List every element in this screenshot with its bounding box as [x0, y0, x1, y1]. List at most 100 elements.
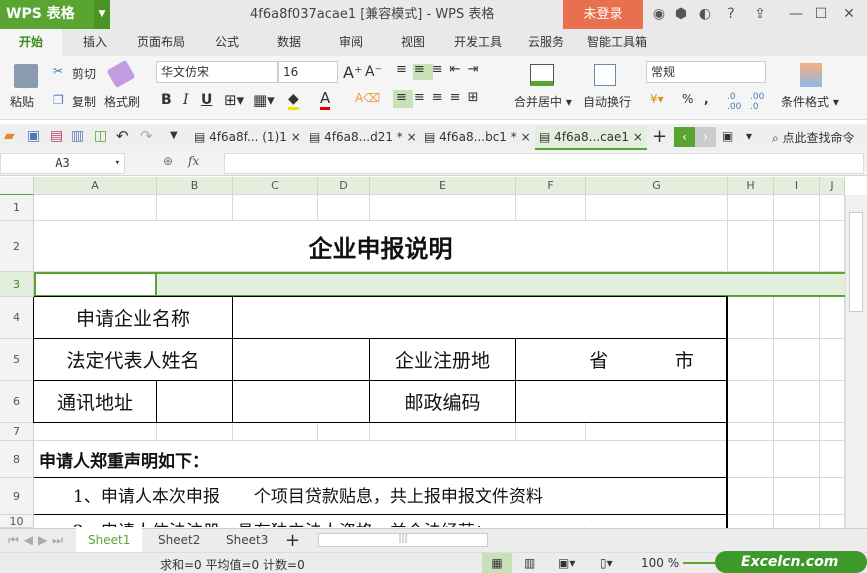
open-icon[interactable]: ▰ — [4, 128, 15, 144]
title-cell[interactable]: 企业申报说明 — [34, 221, 727, 271]
declaration-item-2[interactable]: 2、申请人依法注册，具有独立法人资格，并合法经营； — [34, 515, 727, 527]
tab-insert[interactable]: 插入 — [83, 29, 107, 56]
tab-cloud[interactable]: 云服务 — [528, 29, 564, 56]
reg-place-label[interactable]: 企业注册地 — [370, 339, 515, 380]
zoom-formula-icon[interactable]: ⊕ — [163, 154, 173, 168]
column-header-C[interactable]: C — [233, 177, 318, 195]
page-break-view-button[interactable]: ▥ — [524, 556, 535, 570]
conditional-format-icon[interactable] — [800, 63, 822, 87]
dropdown-icon[interactable]: ▾ — [746, 129, 752, 143]
fx-icon[interactable]: fx — [188, 154, 199, 168]
cut-button[interactable]: 剪切 — [72, 65, 96, 82]
declaration-heading[interactable]: 申请人郑重声明如下： — [34, 441, 727, 477]
address-label[interactable]: 通讯地址 — [34, 381, 156, 422]
save-icon[interactable]: ▣ — [27, 128, 40, 144]
reg-place-value[interactable]: 省市 — [516, 339, 727, 380]
row-header-5[interactable]: 5 — [0, 339, 34, 381]
row-header-3[interactable]: 3 — [0, 272, 34, 297]
underline-button[interactable]: U — [201, 92, 212, 108]
row-header-8[interactable]: 8 — [0, 441, 34, 478]
font-family-select[interactable]: 华文仿宋 — [156, 61, 278, 83]
column-header-F[interactable]: F — [516, 177, 586, 195]
zip-label[interactable]: 邮政编码 — [370, 381, 515, 422]
search-command[interactable]: ⌕ 点此查找命令 — [772, 129, 855, 146]
company-name-label[interactable]: 申请企业名称 — [34, 297, 232, 338]
maximize-button[interactable]: ☐ — [810, 0, 832, 29]
help-icon[interactable]: ? — [720, 0, 742, 29]
borders-icon[interactable]: ⊞▾ — [224, 91, 244, 109]
conditional-format-button[interactable]: 条件格式 ▾ — [781, 93, 839, 110]
select-all-corner[interactable] — [0, 177, 34, 195]
tab-review[interactable]: 审阅 — [339, 29, 363, 56]
name-box[interactable]: A3 ▾ — [0, 153, 125, 174]
decrease-decimal-icon[interactable]: .00.0 — [750, 92, 764, 112]
normal-view-button[interactable]: ▦ — [482, 553, 512, 573]
page-layout-icon[interactable]: ▣▾ — [558, 556, 575, 570]
add-sheet-icon[interactable]: + — [285, 530, 300, 551]
tab-data[interactable]: 数据 — [277, 29, 301, 56]
skin-icon[interactable]: ◉ — [648, 0, 670, 29]
close-button[interactable]: ✕ — [838, 0, 860, 29]
tab-formulas[interactable]: 公式 — [215, 29, 239, 56]
sheet-tab-sheet1[interactable]: Sheet1 — [76, 528, 143, 552]
more-icon[interactable]: ▼ — [170, 130, 178, 141]
doc-tab-active[interactable]: ▤ 4f6a8...cae1 × — [535, 126, 647, 150]
wrap-text-button[interactable]: 自动换行 — [583, 93, 631, 110]
merge-center-icon[interactable] — [530, 64, 554, 86]
active-cell-A3[interactable] — [34, 272, 157, 297]
column-header-A[interactable]: A — [34, 177, 157, 195]
cell-style-icon[interactable]: ▦▾ — [253, 91, 275, 109]
merge-center-button[interactable]: 合并居中 ▾ — [514, 93, 572, 110]
print-icon[interactable]: ▥ — [71, 128, 84, 144]
fill-color-icon[interactable]: ◆ — [288, 91, 299, 110]
declaration-item-1[interactable]: 1、申请人本次申报 个项目贷款贴息，共上报申报文件资料 — [34, 478, 727, 514]
row-header-7[interactable]: 7 — [0, 423, 34, 441]
login-button[interactable]: 未登录 — [563, 0, 643, 29]
doc-tab[interactable]: ▤ 4f6a8...bc1 * × — [420, 126, 534, 150]
comma-button[interactable]: , — [704, 92, 709, 106]
bold-button[interactable]: B — [161, 92, 172, 108]
row-header-6[interactable]: 6 — [0, 381, 34, 423]
screen-icon[interactable]: ▣ — [722, 129, 733, 143]
sheet-tab-sheet3[interactable]: Sheet3 — [214, 528, 280, 552]
font-shrink-icon[interactable]: A⁻ — [365, 64, 382, 80]
column-header-B[interactable]: B — [157, 177, 233, 195]
zip-value[interactable] — [516, 381, 727, 422]
share-icon[interactable]: ◐ — [694, 0, 716, 29]
sheet-tab-sheet2[interactable]: Sheet2 — [146, 528, 212, 552]
tab-next-button[interactable]: › — [695, 127, 716, 147]
row-header-9[interactable]: 9 — [0, 478, 34, 515]
doc-tab[interactable]: ▤ 4f6a8...d21 * × — [305, 126, 420, 150]
scissors-icon[interactable]: ✂ — [53, 64, 63, 78]
company-name-value[interactable] — [233, 297, 727, 338]
paste-button[interactable]: 粘贴 — [10, 93, 34, 110]
new-tab-icon[interactable]: + — [652, 126, 667, 147]
font-grow-icon[interactable]: A⁺ — [343, 63, 362, 82]
tab-toolbox[interactable]: 智能工具箱 — [587, 29, 647, 56]
italic-button[interactable]: I — [183, 92, 189, 108]
formula-input[interactable] — [224, 153, 864, 174]
undo-icon[interactable]: ↶ — [116, 127, 129, 145]
app-menu-button[interactable]: WPS 表格 ▼ — [0, 0, 110, 29]
column-header-G[interactable]: G — [586, 177, 728, 195]
vertical-align-icons[interactable]: ≡≡≡⇤⇥ — [396, 62, 485, 77]
print-preview-icon[interactable]: ◫ — [94, 128, 107, 144]
copy-icon[interactable]: ❐ — [53, 93, 64, 107]
row-header-4[interactable]: 4 — [0, 297, 34, 339]
column-header-J[interactable]: J — [820, 177, 845, 195]
zoom-level[interactable]: 100 % — [641, 556, 679, 570]
tab-prev-button[interactable]: ‹ — [674, 127, 695, 147]
export-pdf-icon[interactable]: ▤ — [50, 128, 63, 144]
column-header-H[interactable]: H — [728, 177, 774, 195]
row-header-2[interactable]: 2 — [0, 221, 34, 272]
chevron-down-icon[interactable]: ▼ — [94, 0, 110, 29]
horizontal-align-icons[interactable]: ≡≡≡≡⊞ — [396, 90, 485, 105]
vertical-scroll-thumb[interactable] — [849, 212, 863, 312]
legal-rep-label[interactable]: 法定代表人姓名 — [34, 339, 232, 380]
clear-format-icon[interactable]: A⌫ — [355, 91, 380, 105]
minimize-button[interactable]: — — [785, 0, 807, 29]
upload-icon[interactable]: ⇪ — [749, 0, 771, 29]
format-painter-button[interactable]: 格式刷 — [104, 93, 140, 110]
tab-view[interactable]: 视图 — [401, 29, 425, 56]
copy-button[interactable]: 复制 — [72, 93, 96, 110]
